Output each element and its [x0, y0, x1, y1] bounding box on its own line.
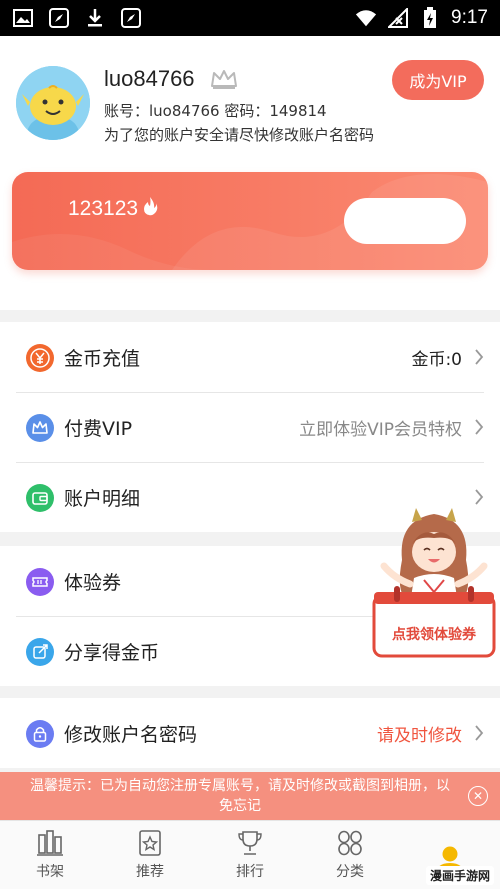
- compass-icon: [120, 7, 142, 29]
- menu-item-label: 付费VIP: [64, 417, 133, 440]
- close-icon[interactable]: ✕: [468, 786, 488, 806]
- username: luo84766: [104, 66, 195, 91]
- category-icon: [338, 830, 362, 856]
- tab-label: 推荐: [136, 864, 164, 880]
- tab-ranking[interactable]: 排行: [200, 821, 300, 889]
- compass-icon: [48, 7, 70, 29]
- no-signal-icon: [387, 7, 409, 29]
- chevron-right-icon: [475, 725, 484, 741]
- vip-hint: 立即体验VIP会员特权: [299, 419, 462, 440]
- chevron-right-icon: [475, 419, 484, 435]
- image-icon: [12, 7, 34, 29]
- tab-recommend[interactable]: 推荐: [100, 821, 200, 889]
- profile-header: luo84766 账号：luo84766 密码：149814 为了您的账户安全请…: [0, 36, 500, 310]
- menu-item-label: 金币充值: [64, 347, 141, 370]
- recommend-icon: [139, 830, 161, 856]
- trial-voucher-floating-banner[interactable]: 点我领体验券: [372, 500, 496, 664]
- menu-group-security: 修改账户名密码 请及时修改: [0, 698, 500, 768]
- download-icon: [84, 7, 106, 29]
- tab-bookshelf[interactable]: 书架: [0, 821, 100, 889]
- menu-item-paid-vip[interactable]: 付费VIP 立即体验VIP会员特权: [0, 392, 500, 462]
- menu-item-label: 账户明细: [64, 487, 141, 510]
- coin-count: 金币:0: [411, 349, 462, 370]
- watermark-logo: 漫画手游网: [425, 866, 494, 885]
- chevron-right-icon: [475, 349, 484, 365]
- coin-card: 123123: [12, 172, 488, 270]
- tab-label: 排行: [236, 864, 264, 880]
- tab-label: 书架: [36, 864, 64, 880]
- coin-amount: 123123: [68, 197, 139, 220]
- share-icon: [26, 638, 54, 666]
- clock: 9:17: [451, 7, 488, 28]
- menu-item-change-credentials[interactable]: 修改账户名密码 请及时修改: [0, 698, 500, 768]
- trophy-icon: [238, 831, 262, 855]
- status-bar: 9:17: [0, 0, 500, 36]
- bookshelf-icon: [37, 830, 63, 856]
- crown-icon: [210, 68, 238, 90]
- coin-balance: 123123: [68, 196, 158, 222]
- menu-item-label: 体验券: [64, 571, 122, 594]
- fire-icon: [142, 196, 158, 222]
- become-vip-button[interactable]: 成为VIP: [392, 60, 484, 100]
- tab-label: 分类: [336, 864, 364, 880]
- ticket-icon: [26, 568, 54, 596]
- trial-voucher-banner-text: 点我领体验券: [392, 627, 476, 643]
- lock-icon: [26, 720, 54, 748]
- card-action-button[interactable]: [344, 198, 466, 244]
- security-warning: 为了您的账户安全请尽快修改账户名密码: [104, 126, 375, 144]
- menu-item-label: 分享得金币: [64, 641, 160, 664]
- menu-item-label: 修改账户名密码: [64, 723, 198, 746]
- wifi-icon: [355, 7, 377, 29]
- notice-text: 温馨提示：已为自动您注册专属账号，请及时修改或截图到相册，以免忘记: [30, 778, 450, 814]
- battery-icon: [419, 7, 441, 29]
- tab-category[interactable]: 分类: [300, 821, 400, 889]
- modify-reminder: 请及时修改: [377, 725, 462, 746]
- wallet-icon: [26, 484, 54, 512]
- notice-bar: 温馨提示：已为自动您注册专属账号，请及时修改或截图到相册，以免忘记 ✕: [0, 772, 500, 820]
- menu-item-recharge[interactable]: 金币充值 金币:0: [0, 322, 500, 392]
- coin-icon: [26, 344, 54, 372]
- crown-icon: [26, 414, 54, 442]
- avatar[interactable]: [16, 66, 90, 140]
- account-credentials: 账号：luo84766 密码：149814: [104, 102, 327, 120]
